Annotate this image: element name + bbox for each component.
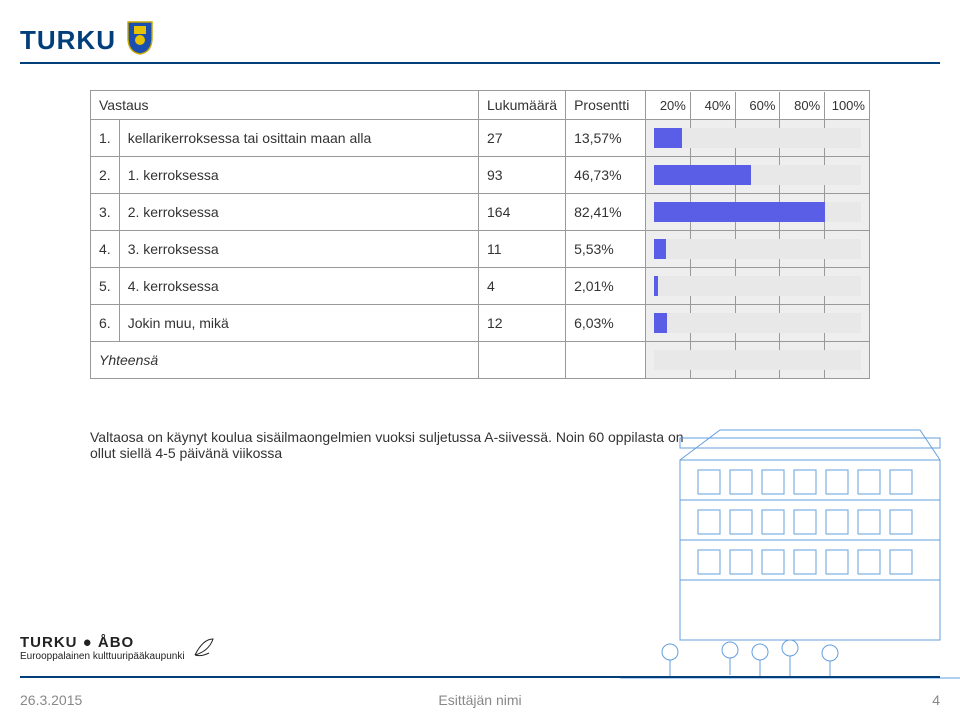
row-bar-cell <box>646 268 870 305</box>
table-header-row: Vastaus Lukumäärä Prosentti 20% 40% 60% … <box>91 91 870 120</box>
bar <box>654 276 658 296</box>
table-row: 2.1. kerroksessa9346,73% <box>91 157 870 194</box>
total-count <box>479 342 566 379</box>
row-bar-cell <box>646 120 870 157</box>
table-row: 6.Jokin muu, mikä126,03% <box>91 305 870 342</box>
row-num: 1. <box>91 120 120 157</box>
row-num: 2. <box>91 157 120 194</box>
row-bar-cell <box>646 231 870 268</box>
row-count: 12 <box>479 305 566 342</box>
row-bar-cell <box>646 194 870 231</box>
tick: 60% <box>735 92 780 119</box>
leaf-icon <box>191 635 217 661</box>
bar <box>654 202 825 222</box>
row-label: 1. kerroksessa <box>119 157 478 194</box>
row-num: 6. <box>91 305 120 342</box>
row-label: 3. kerroksessa <box>119 231 478 268</box>
row-count: 27 <box>479 120 566 157</box>
row-label: kellarikerroksessa tai osittain maan all… <box>119 120 478 157</box>
bar <box>654 313 666 333</box>
total-label: Yhteensä <box>91 342 479 379</box>
row-num: 4. <box>91 231 120 268</box>
row-count: 4 <box>479 268 566 305</box>
row-bar-cell <box>646 305 870 342</box>
data-table: Vastaus Lukumäärä Prosentti 20% 40% 60% … <box>90 90 870 379</box>
tick: 80% <box>779 92 824 119</box>
table-row: 5.4. kerroksessa42,01% <box>91 268 870 305</box>
row-label: 4. kerroksessa <box>119 268 478 305</box>
brand-text: TURKU <box>20 25 116 56</box>
footer-logo-line2: Eurooppalainen kulttuuripääkaupunki <box>20 651 185 662</box>
row-pct: 6,03% <box>566 305 646 342</box>
footer: 26.3.2015 Esittäjän nimi 4 <box>20 692 940 708</box>
footer-logo-line1: TURKU ● ÅBO <box>20 634 185 651</box>
table-total-row: Yhteensä <box>91 342 870 379</box>
bar <box>654 165 751 185</box>
header: TURKU <box>20 20 156 61</box>
bar <box>654 239 665 259</box>
row-bar-cell <box>646 157 870 194</box>
total-pct <box>566 342 646 379</box>
header-rule <box>20 62 940 64</box>
tick: 100% <box>824 92 869 119</box>
col-vastaus: Vastaus <box>91 91 479 120</box>
note-text: Valtaosa on käynyt koulua sisäilmaongelm… <box>90 429 710 461</box>
col-prosentti: Prosentti <box>566 91 646 120</box>
table-row: 4.3. kerroksessa115,53% <box>91 231 870 268</box>
row-label: Jokin muu, mikä <box>119 305 478 342</box>
row-pct: 5,53% <box>566 231 646 268</box>
total-bar-cell <box>646 342 870 379</box>
row-label: 2. kerroksessa <box>119 194 478 231</box>
bar <box>654 128 682 148</box>
row-num: 3. <box>91 194 120 231</box>
row-count: 93 <box>479 157 566 194</box>
crest-icon <box>124 20 156 61</box>
table-row: 1.kellarikerroksessa tai osittain maan a… <box>91 120 870 157</box>
tick: 20% <box>646 92 690 119</box>
row-pct: 46,73% <box>566 157 646 194</box>
col-chart: 20% 40% 60% 80% 100% <box>646 91 870 120</box>
row-pct: 82,41% <box>566 194 646 231</box>
row-pct: 13,57% <box>566 120 646 157</box>
tick: 40% <box>690 92 735 119</box>
row-count: 11 <box>479 231 566 268</box>
footer-page: 4 <box>932 692 940 708</box>
footer-date: 26.3.2015 <box>20 692 82 708</box>
footer-logo: TURKU ● ÅBO Eurooppalainen kulttuuripääk… <box>20 634 217 662</box>
footer-rule <box>20 676 940 678</box>
col-lukumaara: Lukumäärä <box>479 91 566 120</box>
row-count: 164 <box>479 194 566 231</box>
table-row: 3.2. kerroksessa16482,41% <box>91 194 870 231</box>
footer-presenter: Esittäjän nimi <box>438 692 521 708</box>
row-pct: 2,01% <box>566 268 646 305</box>
building-illustration <box>620 390 960 680</box>
row-num: 5. <box>91 268 120 305</box>
